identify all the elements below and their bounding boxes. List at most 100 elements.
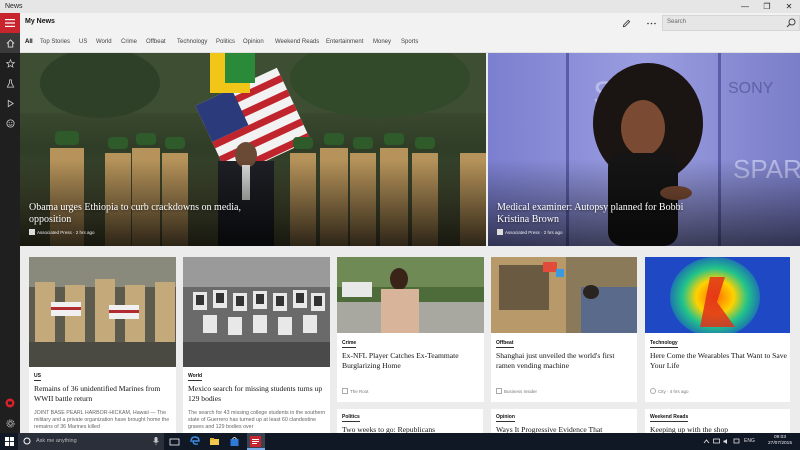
card-title-2: Mexico search for missing students turns… [188, 384, 323, 403]
source-logo-icon [29, 229, 35, 235]
source-logo-icon [342, 388, 348, 394]
windows-logo-icon [4, 437, 14, 446]
star-icon [5, 58, 15, 68]
card-category-1: US [34, 373, 41, 381]
card-title-3: Ex-NFL Player Catches Ex-Teammate Burgla… [342, 351, 459, 370]
windows-taskbar: Ask me anything ENG 09:03 27/07/2015 [0, 433, 800, 450]
tab-us[interactable]: US [79, 39, 87, 45]
card-source-label-5: City · 4 hrs ago [658, 388, 689, 394]
source-logo-icon [497, 229, 503, 235]
story-card-crime[interactable]: Crime Ex-NFL Player Catches Ex-Teammate … [337, 257, 484, 402]
category-tabs: All Top Stories US World Crime Offbeat T… [20, 33, 800, 53]
pencil-icon [622, 19, 630, 27]
card-category-2: World [188, 373, 203, 381]
tab-politics[interactable]: Politics [216, 39, 235, 45]
smiley-icon [5, 118, 15, 128]
tab-sports[interactable]: Sports [401, 39, 418, 45]
account-button[interactable] [0, 393, 20, 413]
clock-icon [650, 388, 656, 394]
card-source-5: City · 4 hrs ago [650, 388, 689, 394]
sports-button[interactable] [0, 113, 20, 133]
story-card-world[interactable]: World Mexico search for missing students… [183, 257, 330, 433]
store-icon[interactable] [229, 436, 240, 447]
user-badge-icon [5, 398, 15, 408]
video-button[interactable] [0, 93, 20, 113]
card-image-3 [337, 257, 484, 333]
source-logo-icon [496, 388, 502, 394]
cortana-search-box[interactable]: Ask me anything [18, 433, 164, 450]
card-title-4: Shanghai just unveiled the world's first… [496, 351, 615, 370]
card-image-4 [491, 257, 637, 333]
task-view-icon[interactable] [169, 436, 180, 447]
card-photo-2 [183, 257, 330, 367]
card-category-5: Technology [650, 340, 678, 348]
flask-icon [6, 78, 14, 88]
card-image-5 [645, 257, 790, 333]
tab-money[interactable]: Money [373, 39, 391, 45]
card-desc-1: JOINT BASE PEARL HARBOR-HICKAM, Hawaii —… [34, 410, 170, 430]
tab-technology[interactable]: Technology [177, 39, 207, 45]
microphone-icon[interactable] [153, 437, 159, 445]
mini-category-2: Opinion [496, 414, 515, 422]
card-source-4: Business Insider [496, 388, 537, 394]
file-explorer-icon[interactable] [209, 436, 220, 447]
card-source-label-4: Business Insider [504, 388, 538, 394]
notifications-icon[interactable] [733, 438, 740, 445]
settings-button[interactable] [0, 413, 20, 433]
ellipsis-icon [646, 22, 656, 24]
close-button[interactable]: ✕ [778, 0, 800, 13]
local-button[interactable] [0, 73, 20, 93]
minimize-button[interactable]: — [734, 0, 756, 13]
hero-title-1: Obama urges Ethiopia to curb crackdowns … [29, 202, 241, 225]
card-photo-1 [29, 257, 176, 367]
hamburger-icon [5, 19, 15, 27]
card-category-4: Offbeat [496, 340, 514, 348]
search-placeholder: Search [667, 19, 687, 25]
chevron-up-icon[interactable] [703, 438, 710, 445]
home-icon [6, 38, 14, 48]
search-icon[interactable] [786, 18, 796, 28]
hero-source-label-2: Associated Press · 2 hrs ago [505, 229, 563, 235]
maximize-button[interactable]: ❐ [756, 0, 778, 13]
cortana-icon [23, 437, 31, 445]
language-indicator[interactable]: ENG [744, 438, 755, 444]
edge-browser-icon[interactable] [189, 436, 200, 447]
gear-icon [5, 418, 15, 428]
tab-crime[interactable]: Crime [121, 39, 137, 45]
hamburger-menu-button[interactable] [0, 13, 20, 33]
card-source-3: The Root [342, 388, 369, 394]
tab-opinion[interactable]: Opinion [243, 39, 264, 45]
start-button[interactable] [0, 433, 18, 450]
card-photo-5 [645, 257, 790, 333]
tab-all[interactable]: All [25, 39, 33, 45]
tab-entertainment[interactable]: Entertainment [326, 39, 363, 45]
search-box[interactable]: Search [662, 15, 800, 31]
title-bar: News — ❐ ✕ [0, 0, 800, 13]
more-button[interactable] [644, 16, 658, 30]
news-app-taskbar-button[interactable] [247, 433, 265, 450]
story-card-us[interactable]: US Remains of 36 unidentified Marines fr… [29, 257, 176, 433]
hero-story-2[interactable]: SONY SPAR SPA Medical examiner: Autopsy … [488, 53, 800, 246]
favorites-button[interactable] [0, 53, 20, 73]
navigation-rail [0, 13, 20, 433]
story-card-technology[interactable]: Technology Here Come the Wearables That … [645, 257, 790, 402]
card-category-3: Crime [342, 340, 357, 348]
volume-icon[interactable] [723, 438, 730, 445]
card-image-2 [183, 257, 330, 367]
home-button[interactable] [0, 33, 20, 53]
edit-button[interactable] [619, 16, 633, 30]
hero-story-1[interactable]: Obama urges Ethiopia to curb crackdowns … [20, 53, 486, 246]
taskbar-clock[interactable]: 09:03 27/07/2015 [762, 435, 798, 447]
tab-top-stories[interactable]: Top Stories [40, 39, 70, 45]
card-desc-2: The search for 43 missing college studen… [188, 410, 326, 430]
hero-source-1: Associated Press · 2 hrs ago [29, 229, 95, 235]
tab-offbeat[interactable]: Offbeat [146, 39, 166, 45]
story-card-offbeat[interactable]: Offbeat Shanghai just unveiled the world… [491, 257, 637, 402]
tab-world[interactable]: World [96, 39, 112, 45]
network-icon[interactable] [713, 438, 720, 445]
card-source-label-3: The Root [350, 388, 369, 394]
tab-weekend-reads[interactable]: Weekend Reads [275, 39, 319, 45]
play-icon [7, 99, 14, 107]
news-app-icon [250, 436, 261, 447]
hero-source-2: Associated Press · 2 hrs ago [497, 229, 563, 235]
